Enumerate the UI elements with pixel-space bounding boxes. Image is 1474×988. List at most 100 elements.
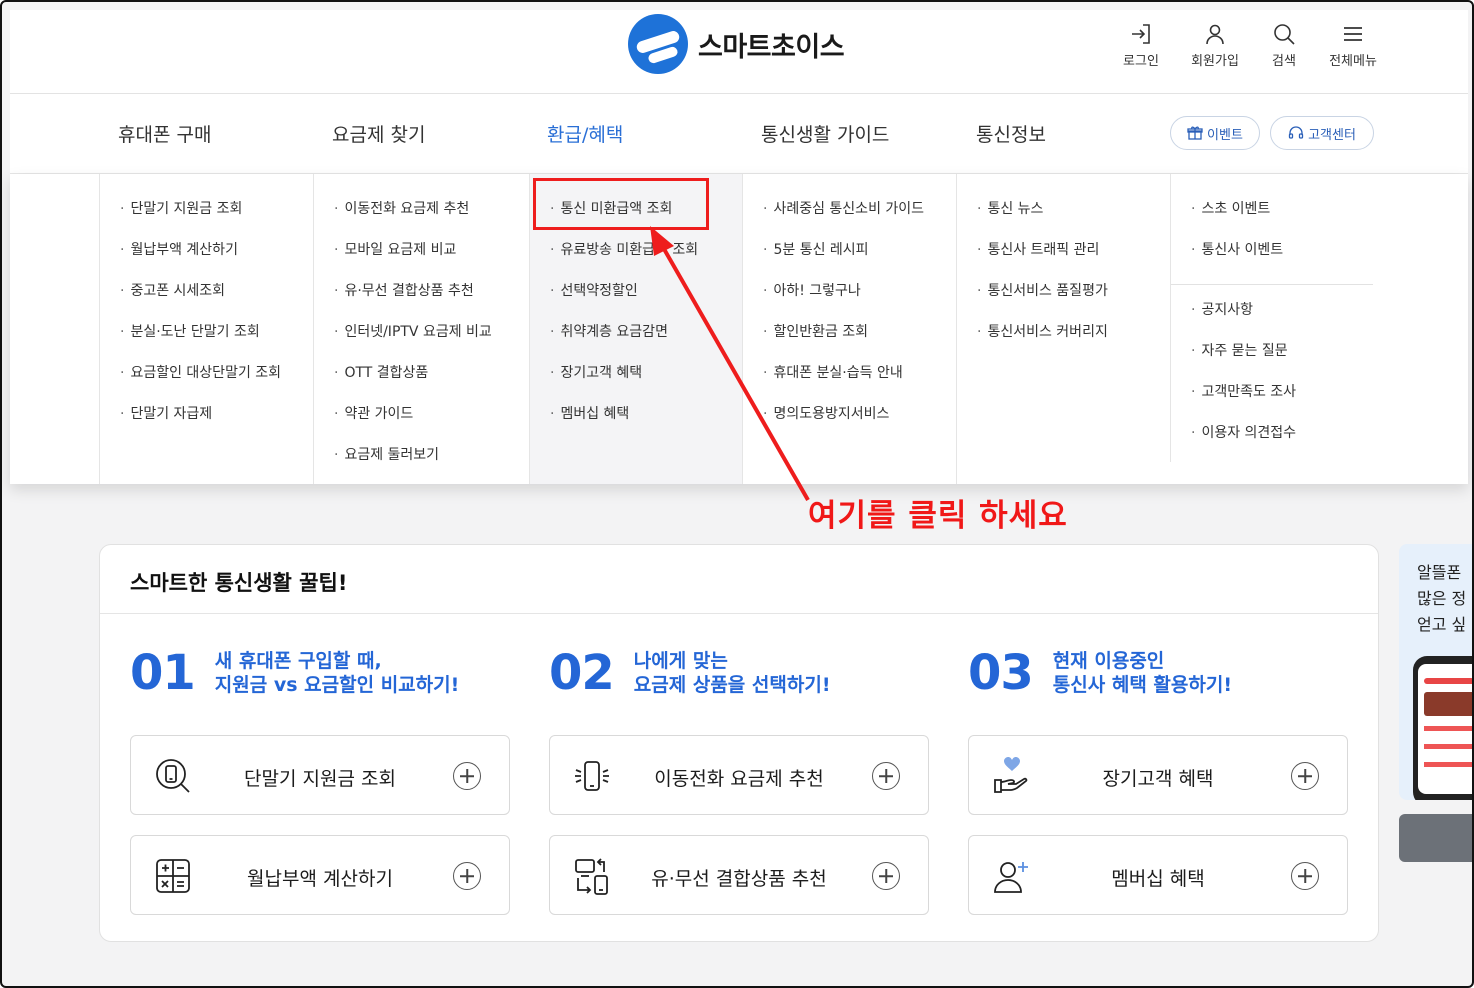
- site-logo[interactable]: 스마트초이스: [628, 14, 845, 74]
- plus-icon: [1291, 862, 1319, 890]
- menu-item[interactable]: 유·무선 결합상품 추천: [314, 280, 529, 321]
- menu-item[interactable]: 통신사 이벤트: [1171, 239, 1373, 280]
- membership-benefit-button[interactable]: 멤버십 혜택: [968, 835, 1348, 915]
- plan-recommend-button[interactable]: 이동전화 요금제 추천: [549, 735, 929, 815]
- user-icon: [1206, 24, 1224, 45]
- menu-item[interactable]: 요금제 둘러보기: [314, 444, 529, 485]
- button-label: 멤버십 혜택: [1111, 868, 1205, 890]
- button-label: 단말기 지원금 조회: [244, 768, 396, 790]
- side-banner-line: 얻고 싶: [1417, 615, 1467, 634]
- button-label: 월납부액 계산하기: [247, 868, 393, 890]
- nav-telecom-guide[interactable]: 통신생활 가이드: [761, 120, 889, 147]
- annotation-text: 여기를 클릭 하세요: [808, 498, 1068, 534]
- tip-line: 나에게 맞는: [633, 650, 728, 672]
- plus-icon: [453, 862, 481, 890]
- monthly-payment-button[interactable]: 월납부액 계산하기: [130, 835, 510, 915]
- menu-item[interactable]: 이용자 의견접수: [1171, 422, 1373, 463]
- menu-item[interactable]: 약관 가이드: [314, 403, 529, 444]
- menu-item[interactable]: 월납부액 계산하기: [100, 239, 313, 280]
- tip-line: 현재 이용중인: [1052, 650, 1165, 672]
- login-button[interactable]: 로그인: [1106, 22, 1176, 69]
- menu-item[interactable]: 사례중심 통신소비 가이드: [743, 198, 956, 239]
- tip-group-2: 02 나에게 맞는 요금제 상품을 선택하기!: [549, 645, 831, 701]
- menu-item[interactable]: 할인반환금 조회: [743, 321, 956, 362]
- login-icon: [1132, 24, 1150, 44]
- gift-icon: [1187, 126, 1203, 140]
- plus-icon: [872, 862, 900, 890]
- menu-item[interactable]: 통신 뉴스: [957, 198, 1170, 239]
- button-label: 장기고객 혜택: [1102, 768, 1214, 790]
- menu-item[interactable]: OTT 결합상품: [314, 362, 529, 403]
- nav-refund-benefit[interactable]: 환급/혜택: [547, 120, 623, 147]
- menu-item[interactable]: 모바일 요금제 비교: [314, 239, 529, 280]
- menu-item[interactable]: 단말기 지원금 조회: [100, 198, 313, 239]
- plus-icon: [872, 762, 900, 790]
- menu-item[interactable]: 분실·도난 단말기 조회: [100, 321, 313, 362]
- button-label: 이동전화 요금제 추천: [654, 768, 824, 790]
- menu-item[interactable]: 단말기 자급제: [100, 403, 313, 444]
- tip-line: 지원금 vs 요금할인 비교하기!: [214, 674, 460, 696]
- menu-item[interactable]: 통신사 트래픽 관리: [957, 239, 1170, 280]
- menu-item[interactable]: 유료방송 미환급액 조회: [530, 239, 742, 280]
- side-banner[interactable]: 알뜰폰 많은 정 얻고 싶: [1399, 544, 1472, 800]
- device-combo-icon: [575, 858, 608, 895]
- tip-line: 요금제 상품을 선택하기!: [633, 674, 831, 696]
- tip-description: 현재 이용중인 통신사 혜택 활용하기!: [1053, 649, 1232, 697]
- search-button[interactable]: 검색: [1249, 22, 1319, 69]
- menu-col-phone: 단말기 지원금 조회 월납부액 계산하기 중고폰 시세조회 분실·도난 단말기 …: [99, 174, 313, 484]
- logo-icon: [628, 14, 688, 74]
- menu-item[interactable]: 자주 묻는 질문: [1171, 340, 1373, 381]
- tip-description: 나에게 맞는 요금제 상품을 선택하기!: [634, 649, 831, 697]
- signup-label: 회원가입: [1191, 54, 1239, 69]
- menu-col-info: 통신 뉴스 통신사 트래픽 관리 통신서비스 품질평가 통신서비스 커버리지: [956, 174, 1170, 484]
- tips-card: 스마트한 통신생활 꿀팁! 01 새 휴대폰 구입할 때, 지원금 vs 요금할…: [99, 544, 1379, 942]
- phone-mockup-image: [1413, 656, 1472, 800]
- bundle-recommend-button[interactable]: 유·무선 결합상품 추천: [549, 835, 929, 915]
- menu-item[interactable]: 인터넷/IPTV 요금제 비교: [314, 321, 529, 362]
- headset-icon: [1288, 126, 1304, 139]
- nav-phone-purchase[interactable]: 휴대폰 구매: [118, 120, 211, 147]
- top-header: 스마트초이스 로그인 회원가입 검색 전체메뉴: [10, 10, 1468, 94]
- menu-item[interactable]: 장기고객 혜택: [530, 362, 742, 403]
- user-add-icon: [994, 862, 1028, 893]
- menu-item[interactable]: 스초 이벤트: [1171, 198, 1373, 239]
- menu-item[interactable]: 취약계층 요금감면: [530, 321, 742, 362]
- menu-item[interactable]: 휴대폰 분실·습득 안내: [743, 362, 956, 403]
- all-menu-label: 전체메뉴: [1329, 54, 1377, 69]
- side-banner-line: 알뜰폰: [1417, 563, 1462, 582]
- menu-item[interactable]: 5분 통신 레시피: [743, 239, 956, 280]
- menu-item[interactable]: 선택약정할인: [530, 280, 742, 321]
- tip-number: 02: [549, 645, 615, 701]
- menu-item[interactable]: 통신서비스 커버리지: [957, 321, 1170, 362]
- device-subsidy-button[interactable]: 단말기 지원금 조회: [130, 735, 510, 815]
- nav-telecom-info[interactable]: 통신정보: [976, 120, 1046, 147]
- long-term-benefit-button[interactable]: 장기고객 혜택: [968, 735, 1348, 815]
- menu-item[interactable]: 멤버십 혜택: [530, 403, 742, 444]
- menu-item[interactable]: 아하! 그렇구나: [743, 280, 956, 321]
- phone-signal-icon: [575, 761, 609, 791]
- support-button[interactable]: 고객센터: [1270, 116, 1374, 150]
- support-label: 고객센터: [1308, 127, 1356, 143]
- tips-divider: [100, 613, 1378, 614]
- button-label: 유·무선 결합상품 추천: [651, 868, 827, 890]
- tip-line: 새 휴대폰 구입할 때,: [214, 650, 382, 672]
- browser-frame: 스마트초이스 로그인 회원가입 검색 전체메뉴 휴대폰 구매 요금제 찾기 환급…: [0, 0, 1474, 988]
- calculator-icon: [156, 859, 190, 893]
- mega-menu: 단말기 지원금 조회 월납부액 계산하기 중고폰 시세조회 분실·도난 단말기 …: [10, 174, 1468, 484]
- tip-group-3: 03 현재 이용중인 통신사 혜택 활용하기!: [968, 645, 1232, 701]
- signup-button[interactable]: 회원가입: [1180, 22, 1250, 69]
- menu-item[interactable]: 공지사항: [1171, 299, 1373, 340]
- menu-item[interactable]: 통신서비스 품질평가: [957, 280, 1170, 321]
- menu-item[interactable]: 요금할인 대상단말기 조회: [100, 362, 313, 403]
- menu-item[interactable]: 이동전화 요금제 추천: [314, 198, 529, 239]
- main-nav: 휴대폰 구매 요금제 찾기 환급/혜택 통신생활 가이드 통신정보 이벤트 고객…: [10, 94, 1468, 174]
- nav-plan-search[interactable]: 요금제 찾기: [332, 120, 425, 147]
- phone-search-icon: [156, 759, 190, 793]
- side-banner-line: 많은 정: [1417, 589, 1467, 608]
- event-button[interactable]: 이벤트: [1170, 116, 1260, 150]
- all-menu-button[interactable]: 전체메뉴: [1318, 22, 1388, 69]
- menu-item[interactable]: 중고폰 시세조회: [100, 280, 313, 321]
- side-banner-button[interactable]: [1399, 814, 1472, 862]
- menu-item[interactable]: 명의도용방지서비스: [743, 403, 956, 444]
- menu-item[interactable]: 고객만족도 조사: [1171, 381, 1373, 422]
